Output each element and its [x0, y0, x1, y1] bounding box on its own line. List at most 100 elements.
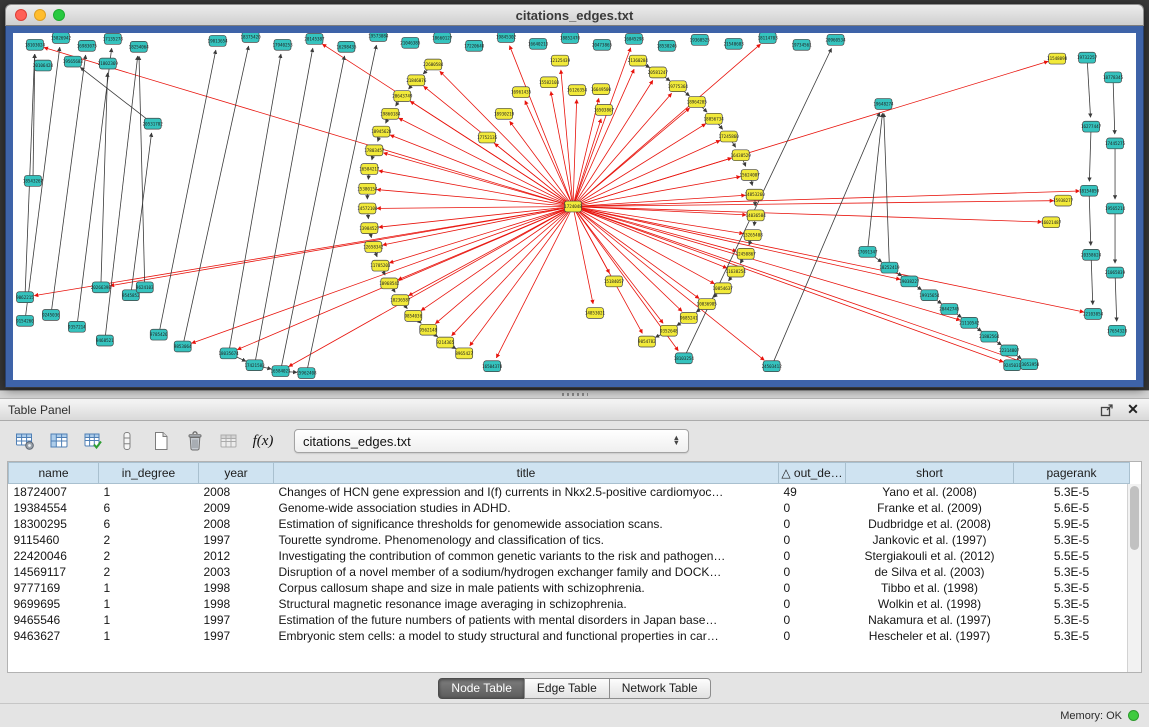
function-builder-icon[interactable]: f(x)	[248, 427, 278, 455]
network-edge[interactable]	[495, 143, 573, 206]
network-edge[interactable]	[884, 113, 890, 267]
network-node[interactable]: 18103254	[674, 353, 695, 364]
network-edge[interactable]	[379, 171, 573, 207]
network-edge[interactable]	[551, 91, 573, 206]
network-node[interactable]: 21846076	[406, 75, 427, 86]
show-columns-icon[interactable]	[44, 427, 74, 455]
network-node[interactable]: 16961435	[511, 87, 532, 98]
tab-edge-table[interactable]: Edge Table	[524, 678, 610, 699]
network-node[interactable]: 9562148	[419, 324, 437, 335]
close-window-button[interactable]	[15, 9, 27, 21]
network-node[interactable]: 9357214	[68, 321, 86, 332]
network-node[interactable]: 21065839	[1105, 267, 1126, 278]
network-node[interactable]: 22600584	[423, 59, 444, 70]
network-node[interactable]: 15962408	[296, 368, 317, 379]
network-node[interactable]: 15938277	[1053, 195, 1074, 206]
network-node[interactable]: 16438529	[731, 150, 752, 161]
network-node[interactable]: 18375420	[240, 33, 261, 42]
table-vertical-scrollbar[interactable]	[1127, 484, 1141, 672]
network-edge[interactable]	[183, 46, 249, 346]
network-node[interactable]: 19565214	[1105, 203, 1126, 214]
network-edge[interactable]	[573, 207, 593, 304]
network-node[interactable]: 10036985	[697, 299, 718, 310]
network-node[interactable]: 17752135	[477, 132, 498, 143]
network-node[interactable]: 15184057	[604, 276, 625, 287]
network-node[interactable]: 22103054	[1083, 309, 1104, 320]
network-node[interactable]: 16649500	[591, 84, 612, 95]
network-node[interactable]: 20473865	[592, 39, 613, 50]
network-node[interactable]: 19775364	[668, 81, 689, 92]
network-edge[interactable]	[573, 98, 599, 206]
network-edge[interactable]	[573, 207, 1042, 222]
network-node[interactable]: 10854637	[713, 283, 734, 294]
table-row[interactable]: 946554611997Estimation of the future num…	[9, 612, 1130, 628]
network-node[interactable]: 20106428	[33, 60, 54, 71]
table-selector-dropdown[interactable]: citations_edges.txt ▲▼	[294, 429, 689, 453]
network-node[interactable]: 9062215	[16, 292, 34, 303]
column-header-year[interactable]: year	[199, 463, 274, 484]
network-node[interactable]: 20581247	[648, 67, 669, 78]
network-edge[interactable]	[573, 191, 1080, 206]
network-node[interactable]: 19573084	[368, 33, 389, 41]
network-node[interactable]: 22314807	[999, 345, 1020, 356]
network-node[interactable]: 18945628	[371, 126, 392, 137]
network-node[interactable]: 16504378	[482, 361, 503, 372]
network-node[interactable]: 15624087	[740, 170, 761, 181]
network-node[interactable]: 20643749	[392, 91, 413, 102]
new-column-icon[interactable]	[78, 427, 108, 455]
network-edge[interactable]	[772, 113, 880, 367]
network-node[interactable]: 19648274	[873, 99, 894, 110]
network-node[interactable]: 21110542	[959, 317, 980, 328]
network-node[interactable]: 23053958	[1019, 359, 1040, 370]
network-node[interactable]: 9468521	[96, 335, 114, 346]
network-node[interactable]: 17445275	[1105, 138, 1126, 149]
tab-node-table[interactable]: Node Table	[438, 678, 525, 699]
network-node[interactable]: 19038227	[899, 276, 920, 287]
network-edge[interactable]	[255, 48, 313, 365]
network-node[interactable]: 17091347	[857, 246, 878, 257]
network-node[interactable]: 14853260	[745, 189, 766, 200]
network-edge[interactable]	[80, 67, 152, 123]
network-node[interactable]: 14572104	[357, 203, 378, 214]
network-edge[interactable]	[573, 207, 1084, 313]
network-node[interactable]: 16277447	[1081, 121, 1102, 132]
network-edge[interactable]	[51, 55, 86, 315]
network-node[interactable]: 12125439	[550, 55, 571, 66]
network-node[interactable]: 20531782	[143, 118, 164, 129]
network-node[interactable]: 13265408	[743, 230, 764, 241]
network-node[interactable]: 15826942	[51, 33, 72, 43]
network-node[interactable]: 21802369	[98, 58, 119, 69]
network-edge[interactable]	[573, 93, 672, 206]
zoom-window-button[interactable]	[53, 9, 65, 21]
network-edge[interactable]	[573, 44, 761, 206]
network-node[interactable]: 11548098	[1047, 53, 1068, 64]
network-node[interactable]: 17654328	[1107, 325, 1128, 336]
network-node[interactable]: 9785426	[150, 329, 168, 340]
network-edge[interactable]	[389, 207, 573, 263]
network-node[interactable]: 9854036	[404, 311, 422, 322]
network-edge[interactable]	[452, 207, 573, 336]
network-node[interactable]: 10968542	[379, 278, 400, 289]
network-node[interactable]: 19565683	[63, 56, 84, 67]
network-node[interactable]: 16021487	[1041, 217, 1062, 228]
network-node[interactable]: 9214365	[436, 337, 454, 348]
network-node[interactable]: 9245031	[1003, 360, 1021, 371]
close-panel-icon[interactable]: ✕	[1125, 402, 1141, 418]
network-node[interactable]: 9853064	[174, 341, 192, 352]
network-node[interactable]: 20145387	[304, 33, 325, 44]
column-header-in_degree[interactable]: in_degree	[99, 463, 199, 484]
network-node[interactable]: 18154059	[1079, 185, 1100, 196]
network-edge[interactable]	[159, 50, 216, 335]
network-node[interactable]: 18035674	[219, 348, 240, 359]
network-edge[interactable]	[281, 56, 345, 371]
network-edge[interactable]	[573, 207, 663, 324]
column-header-short[interactable]: short	[846, 463, 1014, 484]
network-node[interactable]: 17245860	[719, 131, 740, 142]
network-node[interactable]: 16503867	[594, 104, 615, 115]
panel-splitter[interactable]	[0, 390, 1149, 399]
network-node[interactable]: 9245036	[42, 310, 60, 321]
network-node[interactable]: 19013654	[208, 35, 229, 46]
network-node[interactable]: 20358624	[1081, 249, 1102, 260]
table-row[interactable]: 1456911722003Disruption of a novel membe…	[9, 564, 1130, 580]
network-node[interactable]: 19734561	[792, 39, 813, 50]
